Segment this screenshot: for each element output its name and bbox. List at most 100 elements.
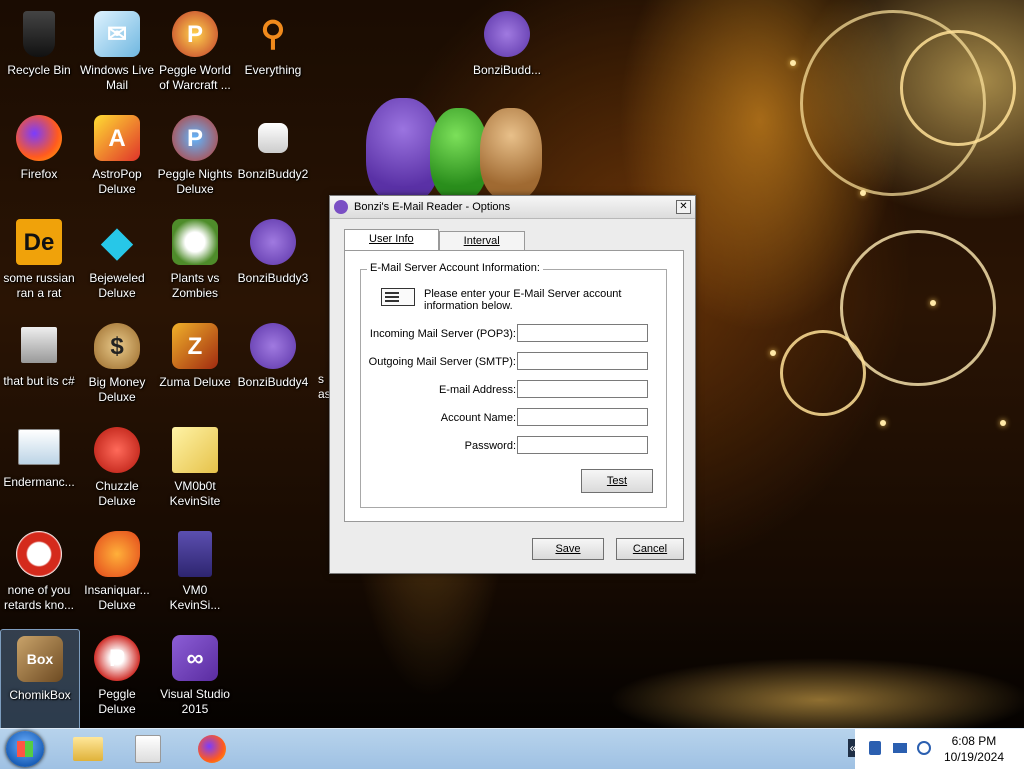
dialog-tabs: User Info Interval bbox=[344, 229, 525, 251]
desktop-icon-label: BonziBudd... bbox=[472, 63, 542, 77]
desktop-icon-zuma[interactable]: Z Zuma Deluxe bbox=[156, 317, 234, 417]
desktop-icon-peggle-deluxe[interactable]: P Peggle Deluxe bbox=[78, 629, 156, 729]
desktop-icon-firefox[interactable]: Firefox bbox=[0, 109, 78, 209]
peggle-icon: P bbox=[172, 11, 218, 57]
taskbar-explorer[interactable] bbox=[62, 732, 114, 766]
test-button[interactable]: Test bbox=[581, 469, 653, 493]
desktop-icon-dragon[interactable]: none of you retards kno... bbox=[0, 525, 78, 625]
desktop-icon-peggle-nights[interactable]: P Peggle Nights Deluxe bbox=[156, 109, 234, 209]
notification-area: 6:08 PM 10/19/2024 bbox=[855, 729, 1024, 769]
desktop-icon-label: BonziBuddy2 bbox=[237, 167, 309, 181]
firefox-file-icon bbox=[178, 531, 212, 577]
desktop-icon-big-money[interactable]: $ Big Money Deluxe bbox=[78, 317, 156, 417]
start-button[interactable] bbox=[6, 731, 44, 767]
outgoing-mail-server-input[interactable] bbox=[517, 352, 648, 370]
volume-icon[interactable] bbox=[917, 741, 931, 755]
desktop-icon-label: VM0b0t KevinSite bbox=[169, 479, 221, 508]
desktop-icon-label: BonziBuddy4 bbox=[237, 375, 309, 389]
chomikbox-icon: Box bbox=[17, 636, 63, 682]
wallpaper-sparkle bbox=[770, 350, 776, 356]
desktop-icon-bonzibuddy3[interactable]: BonziBuddy3 bbox=[234, 213, 312, 313]
tab-user-info[interactable]: User Info bbox=[344, 229, 439, 250]
hamster-character[interactable] bbox=[480, 108, 542, 200]
plant-icon bbox=[172, 219, 218, 265]
desktop-icon-bonzibuddy[interactable]: BonziBudd... bbox=[468, 5, 546, 105]
desktop-icon-insaniquarium[interactable]: Insaniquar... Deluxe bbox=[78, 525, 156, 625]
wallpaper-sparkle bbox=[880, 420, 886, 426]
save-button[interactable]: Save bbox=[532, 538, 604, 560]
field-label: Account Name: bbox=[440, 412, 516, 424]
account-name-input[interactable] bbox=[517, 408, 648, 426]
firefox-icon bbox=[16, 115, 62, 161]
desktop-icon-visual-studio[interactable]: ∞ Visual Studio 2015 bbox=[156, 629, 234, 729]
desktop-icon-bonzibuddy2[interactable]: BonziBuddy2 bbox=[234, 109, 312, 209]
desktop-icon-label: Peggle World of Warcraft ... bbox=[159, 63, 231, 92]
firefox-icon bbox=[198, 735, 226, 763]
bonzi-app-icon bbox=[334, 200, 348, 214]
desktop-icon-recycle-bin[interactable]: Recycle Bin bbox=[0, 5, 78, 105]
mail-icon: ✉ bbox=[94, 11, 140, 57]
desktop-icon-chomikbox[interactable]: Box ChomikBox bbox=[0, 629, 80, 731]
bonzi-icon bbox=[250, 219, 296, 265]
globe-folder-icon bbox=[172, 427, 218, 473]
clock-date: 10/19/2024 bbox=[943, 750, 1004, 764]
desktop-icon-vm0-kevinsite[interactable]: VM0 KevinSi... bbox=[156, 525, 234, 625]
field-label: Password: bbox=[464, 440, 516, 452]
desktop-icon-label: some russian ran a rat bbox=[3, 271, 75, 300]
clock-time: 6:08 PM bbox=[951, 734, 997, 748]
desktop-icon-label: Endermanc... bbox=[3, 475, 75, 489]
field-row-account: Account Name: bbox=[361, 408, 666, 430]
dialog-titlebar[interactable]: Bonzi's E-Mail Reader - Options ✕ bbox=[330, 196, 695, 219]
peggle-icon: P bbox=[94, 635, 140, 681]
group-label: E-Mail Server Account Information: bbox=[367, 262, 543, 274]
desktop-icon-that-but-csharp[interactable]: that but its c# bbox=[0, 317, 78, 417]
desktop-icon-peggle-wow[interactable]: P Peggle World of Warcraft ... bbox=[156, 5, 234, 105]
cancel-button[interactable]: Cancel bbox=[616, 538, 684, 560]
peggle-icon: P bbox=[172, 115, 218, 161]
field-label: E-mail Address: bbox=[438, 384, 516, 396]
desktop-icon-bejeweled[interactable]: ◆ Bejeweled Deluxe bbox=[78, 213, 156, 313]
desktop-icon-label: Chuzzle Deluxe bbox=[95, 479, 139, 508]
desktop-icon-bonzibuddy4[interactable]: BonziBuddy4 bbox=[234, 317, 312, 417]
desktop-icon-windows-live-mail[interactable]: ✉ Windows Live Mail bbox=[78, 5, 156, 105]
email-address-input[interactable] bbox=[517, 380, 648, 398]
incoming-mail-server-input[interactable] bbox=[517, 324, 648, 342]
taskbar-firefox[interactable] bbox=[186, 732, 238, 766]
desktop-icon-label: Insaniquar... Deluxe bbox=[84, 583, 150, 612]
desktop-icon-label: Peggle Deluxe bbox=[98, 687, 136, 716]
wallpaper-sparkle bbox=[930, 300, 936, 306]
tab-label: Interval bbox=[463, 235, 500, 247]
desktop-icon-label: Firefox bbox=[20, 167, 58, 181]
action-center-icon[interactable] bbox=[893, 743, 907, 753]
desktop-icon-label: Everything bbox=[244, 63, 302, 77]
wallpaper-sparkle bbox=[860, 190, 866, 196]
astropop-icon: A bbox=[94, 115, 140, 161]
money-bag-icon: $ bbox=[94, 323, 140, 369]
close-icon[interactable]: ✕ bbox=[676, 200, 691, 214]
desktop-icon-russian-rat[interactable]: De some russian ran a rat bbox=[0, 213, 78, 313]
desktop-icon-everything[interactable]: ⚲ Everything bbox=[234, 5, 312, 105]
desktop-icon-plants-vs-zombies[interactable]: Plants vs Zombies bbox=[156, 213, 234, 313]
clock[interactable]: 6:08 PM 10/19/2024 bbox=[944, 733, 1004, 765]
desktop-icon-astropop[interactable]: A AstroPop Deluxe bbox=[78, 109, 156, 209]
desktop-icon-label: Big Money Deluxe bbox=[88, 375, 146, 404]
bonzi-character[interactable] bbox=[366, 98, 440, 203]
taskbar-media-player[interactable] bbox=[122, 732, 174, 766]
desktop-icon-endermanc[interactable]: Endermanc... bbox=[0, 421, 78, 521]
windows-stack-icon bbox=[21, 327, 57, 363]
desktop-icon-vm0b0t-kevinsite[interactable]: VM0b0t KevinSite bbox=[156, 421, 234, 521]
dragon-icon bbox=[16, 531, 62, 577]
fish-icon bbox=[94, 531, 140, 577]
button-label: Save bbox=[555, 543, 581, 555]
desktop-icon-label: that but its c# bbox=[3, 374, 75, 388]
password-input[interactable] bbox=[517, 436, 648, 454]
mail-letter-icon bbox=[381, 288, 415, 306]
bonzi-icon bbox=[484, 11, 530, 57]
button-label: Test bbox=[606, 475, 628, 487]
wallpaper-sparkle bbox=[1000, 420, 1006, 426]
network-icon[interactable] bbox=[869, 741, 881, 755]
tab-interval[interactable]: Interval bbox=[438, 231, 525, 250]
taskbar: « 6:08 PM 10/19/2024 bbox=[0, 728, 1024, 769]
desktop-icon-chuzzle[interactable]: Chuzzle Deluxe bbox=[78, 421, 156, 521]
magnifier-icon: ⚲ bbox=[260, 14, 286, 53]
